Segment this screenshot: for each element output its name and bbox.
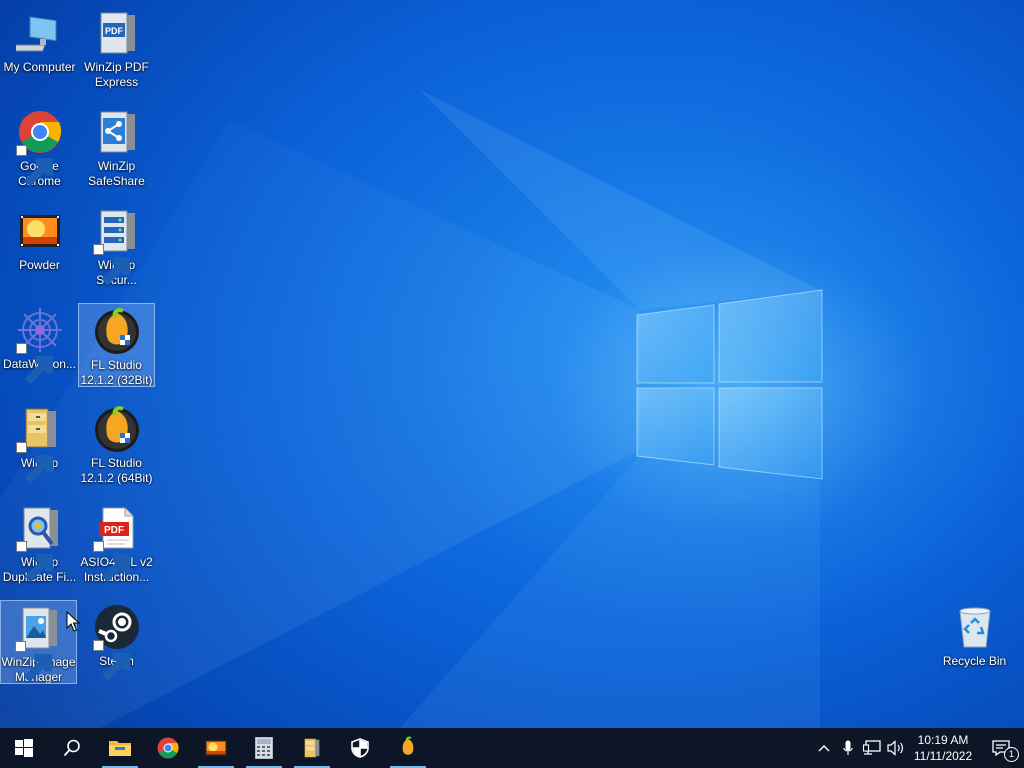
recycle-bin-icon [951,603,999,651]
winzip-icon [15,405,64,484]
shortcut-arrow-icon [15,145,53,187]
datawagon-icon [15,306,64,385]
taskbar-clock[interactable]: 10:19 AM 11/11/2022 [908,732,978,764]
desktop-icon-fl-studio-64[interactable]: FL Studio 12.1.2 (64Bit) [78,402,155,486]
desktop-icon-label: Powder [19,258,60,272]
powder-icon [205,740,227,756]
powder-icon [16,207,64,255]
desktop-icon-label: WinZip PDF Express [84,60,149,89]
desktop-icon-recycle-bin[interactable]: Recycle Bin [936,600,1013,684]
share-icon [93,108,141,156]
taskbar-calculator[interactable] [240,728,288,768]
chevron-up-icon [818,745,830,752]
desktop-icon-fl-studio-32[interactable]: FL Studio 12.1.2 (32Bit) [78,303,155,387]
desktop-icon-label: WinZip SafeShare [88,159,145,188]
desktop-icon-winzip-pdf-express[interactable]: PDF WinZip PDF Express [78,6,155,90]
winzip-icon [304,738,320,758]
search-icon [63,739,80,757]
microphone-icon [843,740,853,755]
shield-icon [351,738,369,758]
folder-icon [109,741,131,756]
shortcut-arrow-icon [14,641,52,683]
desktop-icon-google-chrome[interactable]: Google Chrome [1,105,78,189]
shortcut-arrow-icon [15,541,53,583]
calculator-icon [255,737,273,759]
winzip-secure-icon [92,207,141,286]
action-center-button[interactable]: 1 [978,728,1024,768]
chrome-icon [157,737,179,759]
taskbar-windows-security[interactable] [336,728,384,768]
desktop-icon-label: My Computer [3,60,76,74]
desktop-icon-label: Recycle Bin [942,654,1007,668]
shortcut-arrow-icon [92,541,130,583]
desktop-icon-winzip[interactable]: WinZip [1,402,78,486]
start-button[interactable] [0,728,48,768]
clock-time: 10:19 AM [917,733,969,747]
svg-text:PDF: PDF [104,525,124,536]
desktop-icon-label: FL Studio 12.1.2 (32Bit) [80,358,153,386]
shortcut-arrow-icon [15,343,53,385]
shortcut-arrow-icon [92,640,130,682]
speaker-icon [887,740,903,756]
desktop-icon-winzip-safeshare[interactable]: WinZip SafeShare [78,105,155,189]
network-icon [863,740,881,755]
chrome-icon [15,108,64,187]
svg-text:PDF: PDF [105,26,124,36]
desktop-icon-powder[interactable]: Powder [1,204,78,288]
steam-icon [92,603,141,682]
desktop-icon-winzip-secure[interactable]: WinZip Secur... [78,204,155,288]
tray-microphone[interactable] [836,728,860,768]
desktop-icon-steam[interactable]: Steam [78,600,155,684]
mouse-cursor-icon [66,611,80,632]
shortcut-arrow-icon [15,442,53,484]
taskbar-fl-studio[interactable] [384,728,432,768]
taskbar-file-explorer[interactable] [96,728,144,768]
system-tray: 10:19 AM 11/11/2022 1 [812,728,1024,768]
notification-count-badge: 1 [1004,747,1019,762]
show-hidden-icons-button[interactable] [812,728,836,768]
fl-studio-icon [93,307,141,355]
taskbar-winzip[interactable] [288,728,336,768]
desktop[interactable]: My Computer Google Chrome Powder DataWag… [0,0,1024,728]
clock-date: 11/11/2022 [913,749,973,763]
fl-studio-icon [402,736,414,755]
taskbar-powder[interactable] [192,728,240,768]
tray-network[interactable] [860,728,884,768]
desktop-icon-datawagon[interactable]: DataWagon... [1,303,78,387]
pdf-document-icon: PDF [92,504,141,583]
taskbar-chrome[interactable] [144,728,192,768]
pdf-express-icon: PDF [93,9,141,57]
shortcut-arrow-icon [92,244,130,286]
desktop-icon-asio4all[interactable]: PDF ASIO4ALL v2 Instruction... [78,501,155,585]
desktop-icon-label: FL Studio 12.1.2 (64Bit) [80,456,153,485]
computer-icon [15,9,64,57]
search-button[interactable] [48,728,96,768]
desktop-icon-winzip-duplicate[interactable]: WinZip Duplicate Fi... [1,501,78,585]
desktop-icon-my-computer[interactable]: My Computer [1,6,78,90]
winzip-duplicate-finder-icon [15,504,64,583]
tray-volume[interactable] [884,728,908,768]
fl-studio-icon [93,405,141,453]
windows-logo-icon [15,739,33,757]
winzip-image-manager-icon [14,604,63,683]
taskbar: 10:19 AM 11/11/2022 1 [0,728,1024,768]
